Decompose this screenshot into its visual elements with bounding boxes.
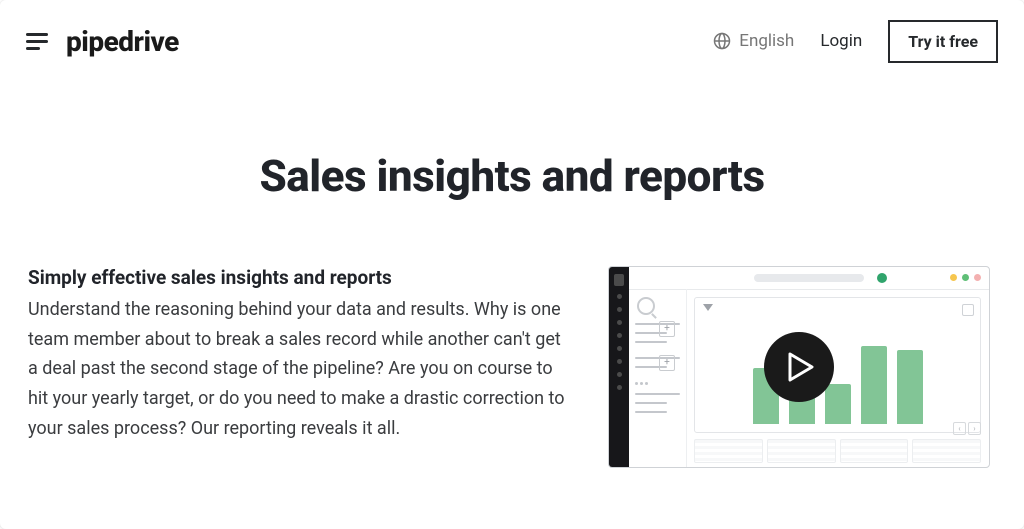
- nav-right: English Login Try it free: [713, 20, 998, 63]
- search-icon: [637, 297, 655, 315]
- window-minimize-icon: [950, 274, 957, 281]
- chart-bar: [861, 346, 887, 424]
- add-box-icon: +: [659, 321, 675, 337]
- chevron-right-icon: ›: [968, 422, 981, 435]
- copy-block: Simply effective sales insights and repo…: [28, 266, 568, 443]
- brand-logo[interactable]: pipedrive: [66, 25, 179, 58]
- play-icon: [788, 352, 814, 382]
- try-free-button[interactable]: Try it free: [888, 20, 998, 63]
- chart-bar: [825, 384, 851, 424]
- video-preview: + +: [608, 266, 990, 468]
- window-close-icon: [974, 274, 981, 281]
- chart-bar: [897, 350, 923, 424]
- language-label: English: [739, 31, 794, 51]
- window-maximize-icon: [962, 274, 969, 281]
- screenshot-chart: [694, 297, 981, 433]
- globe-icon: [713, 32, 731, 50]
- play-button[interactable]: [764, 332, 834, 402]
- menu-icon[interactable]: [26, 33, 48, 50]
- section-subtitle: Simply effective sales insights and repo…: [28, 266, 568, 289]
- screenshot-topbar: [629, 267, 989, 290]
- screenshot-sidebar: [609, 267, 629, 467]
- expand-icon: [962, 304, 974, 316]
- top-nav: pipedrive English Login Try it free: [0, 0, 1024, 64]
- page-title: Sales insights and reports: [0, 150, 1024, 202]
- add-box-icon: +: [659, 355, 675, 371]
- page-root: pipedrive English Login Try it free Sale…: [0, 0, 1024, 529]
- filter-icon: [703, 304, 713, 311]
- chevron-left-icon: ‹: [953, 422, 966, 435]
- content-row: Simply effective sales insights and repo…: [0, 202, 1024, 468]
- screenshot-leftpanel: + +: [629, 289, 687, 467]
- screenshot-table: [694, 439, 981, 463]
- language-selector[interactable]: English: [713, 31, 794, 51]
- section-body: Understand the reasoning behind your dat…: [28, 295, 568, 443]
- screenshot-pager: ‹ ›: [953, 422, 981, 435]
- login-link[interactable]: Login: [820, 31, 862, 51]
- nav-left: pipedrive: [26, 25, 179, 58]
- add-icon: [877, 273, 887, 283]
